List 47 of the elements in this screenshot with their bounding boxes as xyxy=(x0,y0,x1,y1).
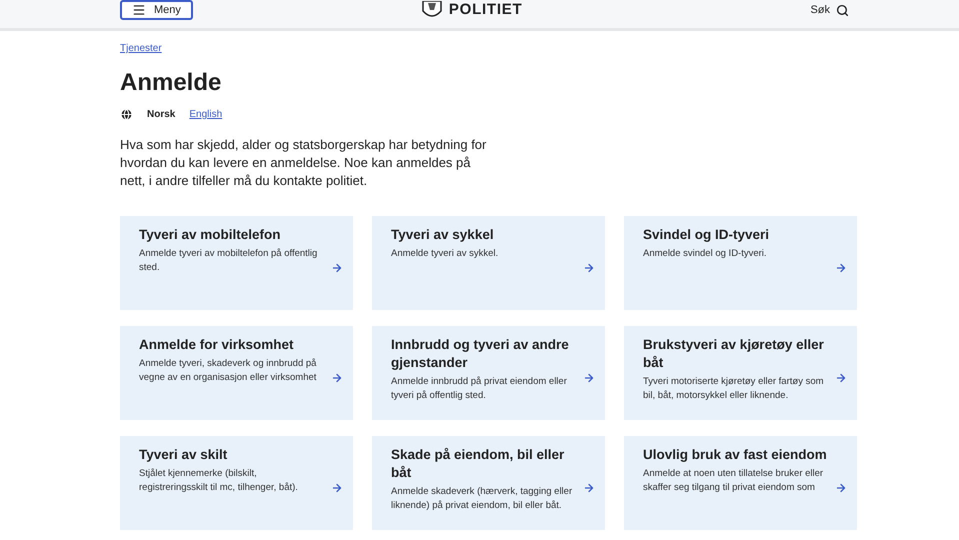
arrow-right-icon xyxy=(835,482,847,494)
card-description: Anmelde at noen uten tillatelse bruker eller skaffer seg tilgang til privat eiendom som xyxy=(643,467,824,495)
card-description: Stjålet kjennemerke (bilskilt, registreringsskilt til mc, tilhenger, båt). xyxy=(139,467,299,495)
card-title: Ulovlig bruk av fast eiendom xyxy=(643,446,828,464)
card-title: Anmelde for virksomhet xyxy=(139,336,295,354)
language-link[interactable]: Norsk xyxy=(147,107,176,122)
arrow-right-icon xyxy=(835,262,847,274)
card-description: Anmelde innbrudd på privat eiendom eller tyveri på offentlig sted. xyxy=(391,375,568,403)
card-description: Anmelde skadeverk (hærverk, tagging eller liknende) på privat eiendom, bil eller båt. xyxy=(391,485,574,513)
service-card[interactable]: Ulovlig bruk av fast eiendom Anmelde at noen uten tillatelse bruker eller skaffer seg tilgang til privat eiendom som xyxy=(624,436,857,530)
menu-icon xyxy=(132,3,146,17)
card-description: Tyveri motoriserte kjøretøy eller fartøy som bil, båt, motorsykkel eller liknende. xyxy=(643,375,825,403)
card-description: Anmelde tyveri, skadeverk og innbrudd på vegne av en organisasjon eller virksomhet xyxy=(139,357,318,385)
page-title: Anmelde xyxy=(120,69,222,97)
service-card[interactable]: Tyveri av sykkel Anmelde tyveri av sykkel. xyxy=(372,216,605,310)
card-title: Skade på eiendom, bil eller båt xyxy=(391,446,566,482)
arrow-right-icon xyxy=(583,482,595,494)
search-icon xyxy=(836,4,849,17)
search-button[interactable]: Søk xyxy=(810,0,849,18)
card-title: Tyveri av skilt xyxy=(139,446,228,464)
card-title: Svindel og ID-tyveri xyxy=(643,226,770,244)
service-card[interactable]: Skade på eiendom, bil eller båt Anmelde skadeverk (hærverk, tagging eller liknende) på privat eiendom, bil eller båt. xyxy=(372,436,605,530)
service-card[interactable]: Brukstyveri av kjøretøy eller båt Tyveri motoriserte kjøretøy eller fartøy som bil, båt, motorsykkel eller liknende. xyxy=(624,326,857,420)
card-description: Anmelde tyveri av sykkel. xyxy=(391,247,500,261)
service-card[interactable]: Svindel og ID-tyveri Anmelde svindel og ID-tyveri. xyxy=(624,216,857,310)
arrow-right-icon xyxy=(583,372,595,384)
arrow-right-icon xyxy=(331,262,343,274)
logo-text: POLITIET xyxy=(448,1,522,19)
card-title: Tyveri av sykkel xyxy=(391,226,495,244)
language-link[interactable]: English xyxy=(189,107,222,122)
arrow-right-icon xyxy=(331,372,343,384)
menu-button[interactable]: Meny xyxy=(120,0,193,20)
arrow-right-icon xyxy=(331,482,343,494)
card-title: Innbrudd og tyveri av andre gjenstander xyxy=(391,336,570,372)
card-description: Anmelde svindel og ID-tyveri. xyxy=(643,247,768,261)
intro-text: Hva som har skjedd, alder og statsborgerskap har betydning for hvordan du kan levere en anmeldelse. Noe kan anmeldes på nett, i andre tilfeller må du kontakte politiet. xyxy=(120,136,488,190)
service-card[interactable]: Tyveri av mobiltelefon Anmelde tyveri av mobiltelefon på offentlig sted. xyxy=(120,216,353,310)
arrow-right-icon xyxy=(835,372,847,384)
globe-icon xyxy=(120,108,133,121)
card-title: Brukstyveri av kjøretøy eller båt xyxy=(643,336,825,372)
service-card[interactable]: Innbrudd og tyveri av andre gjenstander Anmelde innbrudd på privat eiendom eller tyveri på offentlig sted. xyxy=(372,326,605,420)
card-description: Anmelde tyveri av mobiltelefon på offentlig sted. xyxy=(139,247,318,275)
arrow-right-icon xyxy=(583,262,595,274)
service-card[interactable]: Anmelde for virksomhet Anmelde tyveri, skadeverk og innbrudd på vegne av en organisasjon eller virksomhet xyxy=(120,326,353,420)
card-title: Tyveri av mobiltelefon xyxy=(139,226,282,244)
breadcrumb-link[interactable]: Tjenester xyxy=(120,43,162,54)
service-card[interactable]: Tyveri av skilt Stjålet kjennemerke (bilskilt, registreringsskilt til mc, tilhenger, båt). xyxy=(120,436,353,530)
